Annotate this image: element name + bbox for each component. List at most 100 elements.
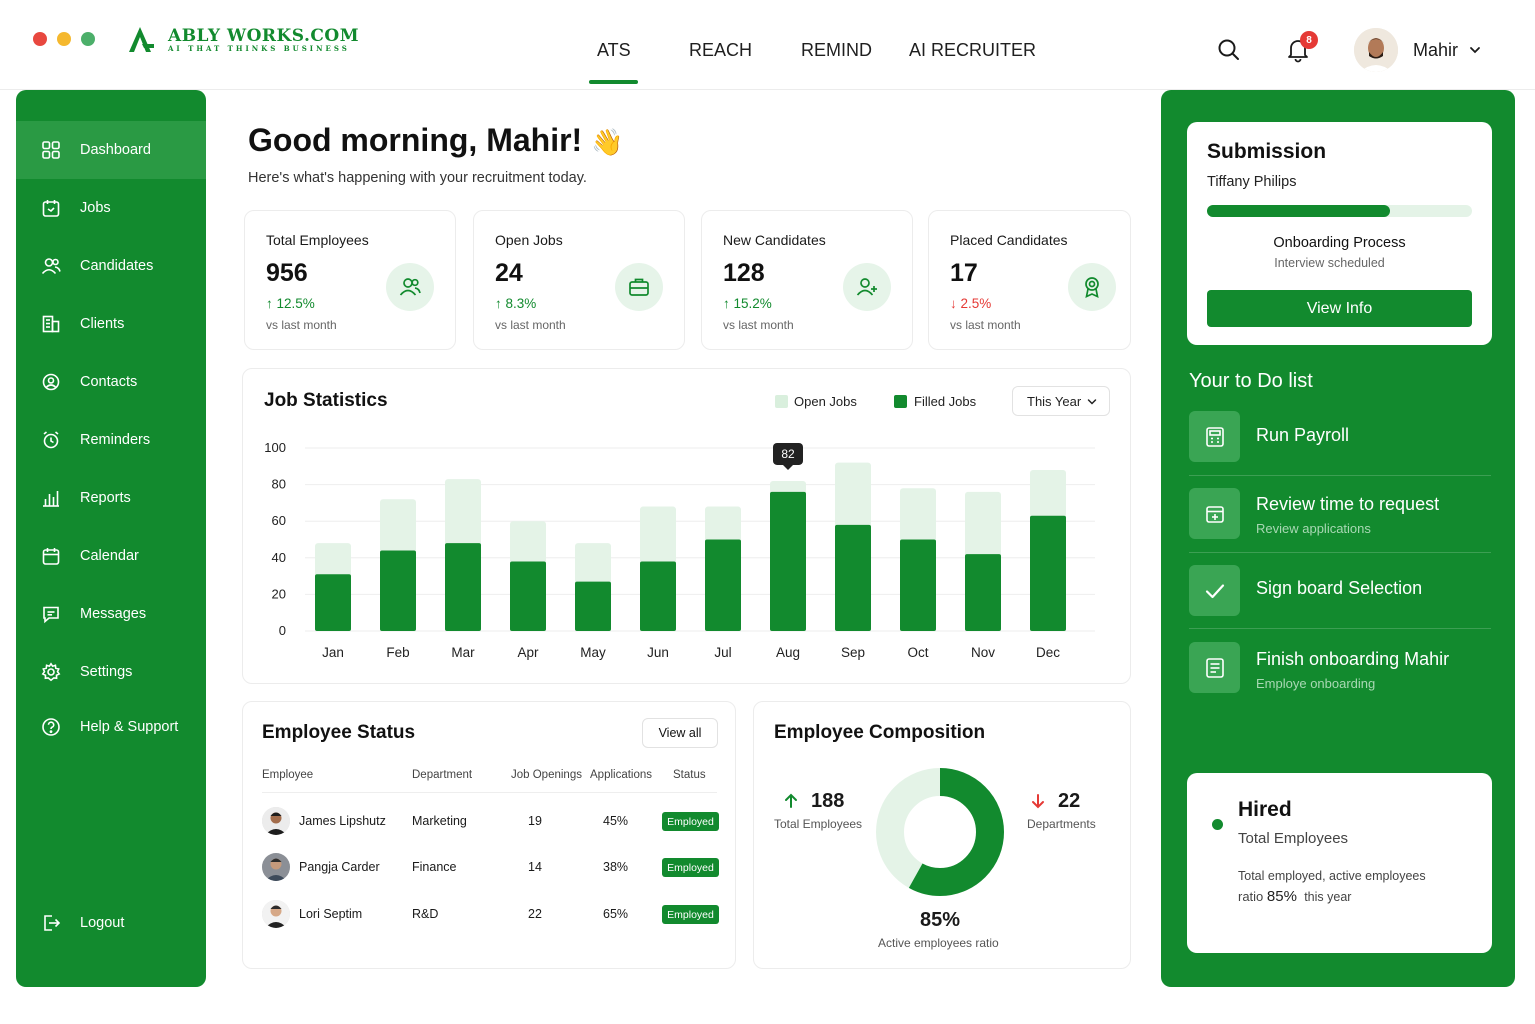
award-icon: [1068, 263, 1116, 311]
sidebar: Dashboard Jobs Candidates Clients Contac…: [16, 90, 206, 987]
submission-candidate: Tiffany Philips: [1207, 174, 1297, 190]
view-info-button[interactable]: View Info: [1207, 290, 1472, 327]
bar-filled-jobs: [575, 581, 611, 631]
logout-button[interactable]: Logout: [16, 894, 206, 952]
x-tick-label: Feb: [386, 645, 409, 660]
period-select-value: This Year: [1027, 393, 1082, 409]
period-select[interactable]: This Year: [1012, 386, 1110, 416]
sidebar-item-jobs[interactable]: Jobs: [16, 179, 206, 237]
briefcase-icon: [615, 263, 663, 311]
tab-reach[interactable]: REACH: [689, 40, 752, 61]
sidebar-item-reports[interactable]: Reports: [16, 469, 206, 527]
stat-subtitle: vs last month: [495, 318, 566, 332]
submission-process-status: Interview scheduled: [1274, 256, 1385, 270]
y-tick-label: 0: [279, 623, 286, 638]
bar-chart-icon: [40, 487, 62, 509]
chart-tooltip-pointer: [783, 464, 793, 470]
employee-department: Finance: [412, 860, 457, 874]
hired-description: Total employed, active employees: [1238, 869, 1426, 883]
bar-filled-jobs: [705, 539, 741, 631]
todo-title: Your to Do list: [1189, 370, 1313, 392]
brand-tagline: AI THAT THINKS BUSINESS: [168, 44, 350, 53]
column-header-job-openings: Job Openings: [511, 769, 582, 781]
employee-name: Pangja Carder: [299, 860, 380, 874]
stat-delta: ↓ 2.5%: [950, 296, 992, 311]
todo-item-title: Finish onboarding Mahir: [1256, 649, 1450, 669]
todo-item-subtitle: Review applications: [1256, 521, 1371, 536]
sidebar-item-label: Reports: [80, 490, 131, 506]
alarm-icon: [40, 429, 62, 451]
composition-total-value: 188: [811, 790, 845, 812]
stat-card-total-employees[interactable]: Total Employees 956 ↑ 12.5% vs last mont…: [244, 210, 456, 350]
y-tick-label: 60: [272, 513, 286, 528]
y-tick-label: 80: [272, 477, 286, 492]
stat-value: 24: [495, 259, 523, 287]
sidebar-item-calendar[interactable]: Calendar: [16, 527, 206, 585]
x-tick-label: Aug: [776, 645, 800, 660]
search-icon[interactable]: [1217, 38, 1241, 62]
legend-filled-jobs: Filled Jobs: [914, 394, 977, 409]
stat-card-open-jobs[interactable]: Open Jobs 24 ↑ 8.3% vs last month: [473, 210, 685, 350]
stat-card-new-candidates[interactable]: New Candidates 128 ↑ 15.2% vs last month: [701, 210, 913, 350]
users-icon: [40, 255, 62, 277]
stat-card-placed-candidates[interactable]: Placed Candidates 17 ↓ 2.5% vs last mont…: [928, 210, 1131, 350]
avatar: [262, 853, 290, 881]
composition-departments-value: 22: [1058, 790, 1081, 812]
sidebar-item-messages[interactable]: Messages: [16, 585, 206, 643]
todo-item-title: Sign board Selection: [1256, 578, 1423, 598]
user-avatar[interactable]: [1354, 28, 1398, 72]
sidebar-item-settings[interactable]: Settings: [16, 643, 206, 701]
stat-delta: ↑ 8.3%: [495, 296, 537, 311]
column-header-employee: Employee: [262, 769, 314, 781]
x-tick-label: May: [580, 645, 606, 660]
employee-name: James Lipshutz: [299, 814, 386, 828]
calendar-icon: [40, 545, 62, 567]
tab-ats[interactable]: ATS: [597, 40, 631, 61]
employee-department: Marketing: [412, 814, 467, 828]
active-tab-indicator: [589, 80, 638, 84]
tab-ai-recruiter[interactable]: AI RECRUITER: [909, 40, 1036, 61]
stat-value: 956: [266, 259, 308, 287]
stat-delta: ↑ 15.2%: [723, 296, 772, 311]
bar-filled-jobs: [510, 561, 546, 631]
logout-icon: [40, 912, 62, 934]
x-tick-label: Apr: [517, 645, 539, 660]
employee-name: Lori Septim: [299, 907, 363, 921]
user-name[interactable]: Mahir: [1413, 40, 1458, 61]
hired-ratio-suffix: this year: [1304, 890, 1352, 904]
bar-filled-jobs: [380, 550, 416, 631]
chevron-down-icon[interactable]: [1469, 45, 1481, 55]
x-tick-label: Jan: [322, 645, 344, 660]
chart-tooltip-label: 82: [781, 447, 795, 461]
tab-remind[interactable]: REMIND: [801, 40, 872, 61]
stat-value: 17: [950, 259, 978, 287]
status-badge: Employed: [662, 812, 719, 831]
view-all-button[interactable]: View all: [642, 718, 718, 748]
message-icon: [40, 603, 62, 625]
x-tick-label: Oct: [907, 645, 928, 660]
zoom-window-button[interactable]: [81, 32, 95, 46]
arrow-up-icon: [785, 793, 797, 808]
logo-mark-icon: [129, 27, 154, 52]
sidebar-item-candidates[interactable]: Candidates: [16, 237, 206, 295]
sidebar-item-contacts[interactable]: Contacts: [16, 353, 206, 411]
hired-subtitle: Total Employees: [1238, 830, 1349, 847]
help-icon: [40, 716, 62, 738]
submission-progress-fill: [1207, 205, 1390, 217]
logout-label: Logout: [80, 915, 125, 931]
legend-swatch-open-jobs: [775, 395, 788, 408]
close-window-button[interactable]: [33, 32, 47, 46]
sidebar-item-clients[interactable]: Clients: [16, 295, 206, 353]
minimize-window-button[interactable]: [57, 32, 71, 46]
sidebar-item-reminders[interactable]: Reminders: [16, 411, 206, 469]
notification-badge: 8: [1300, 31, 1318, 49]
brand-name: ABLY WORKS.COM: [168, 26, 360, 46]
user-plus-icon: [843, 263, 891, 311]
x-tick-label: Jun: [647, 645, 669, 660]
contact-icon: [40, 371, 62, 393]
sidebar-item-help-support[interactable]: Help & Support: [16, 698, 206, 756]
y-tick-label: 40: [272, 550, 286, 565]
employee-department: R&D: [412, 907, 439, 921]
sidebar-item-dashboard[interactable]: Dashboard: [16, 121, 206, 179]
hired-status-dot: [1212, 819, 1223, 830]
